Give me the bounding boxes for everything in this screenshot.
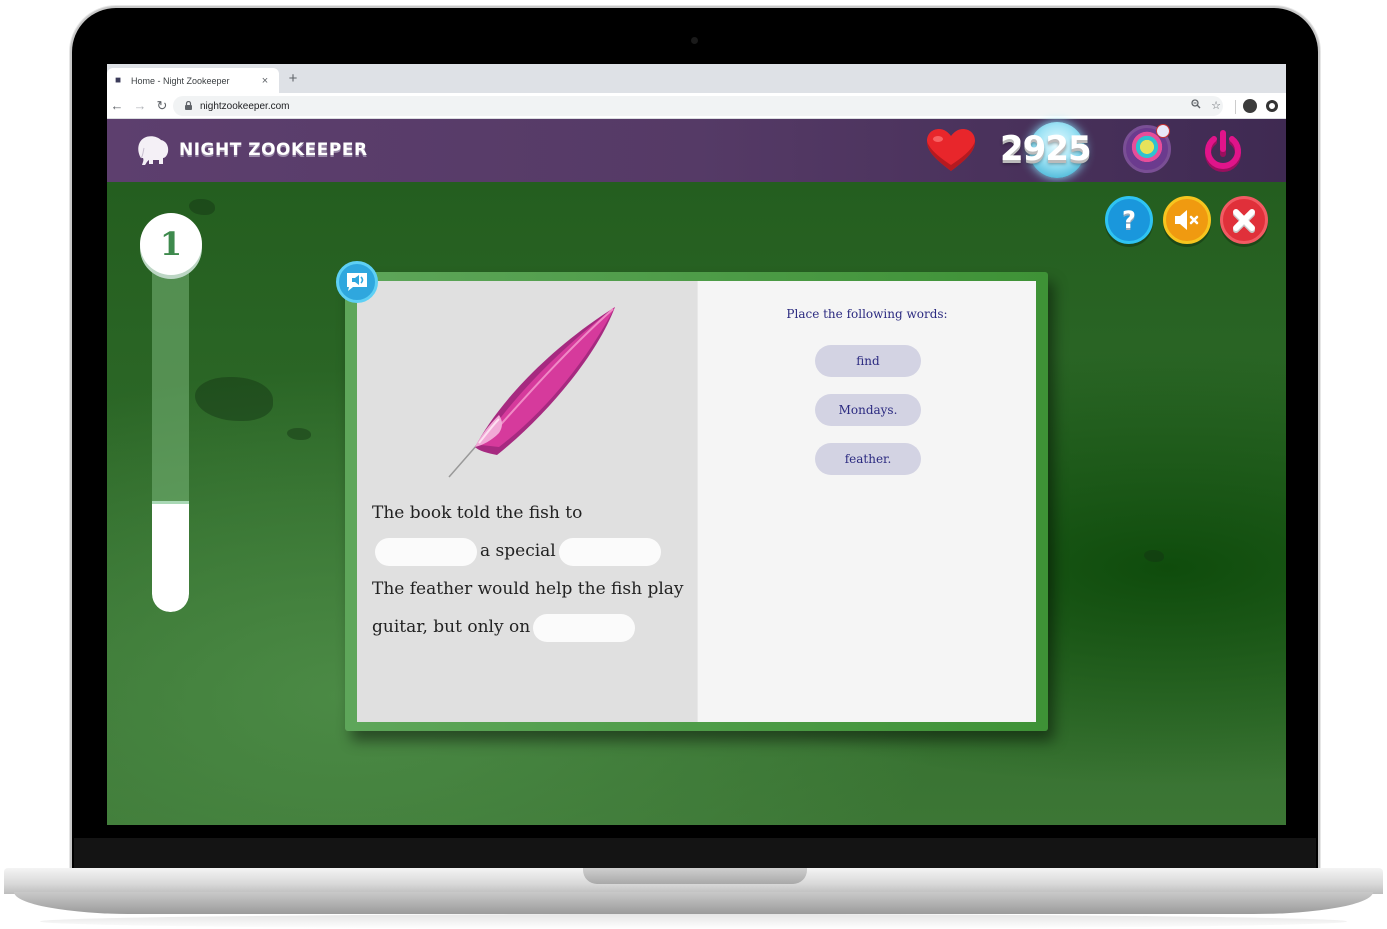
fill-in-sentence: The book told the fish to a special The fe… <box>372 494 687 646</box>
sentence-text: a special <box>480 541 556 561</box>
logo-text: NIGHT ZOOKEEPER <box>179 140 368 160</box>
zoom-icon[interactable] <box>1191 96 1201 116</box>
speech-speaker-icon <box>347 273 367 291</box>
level-badge: 1 <box>140 213 202 275</box>
profile-avatar-icon[interactable] <box>1243 99 1257 113</box>
close-activity-button[interactable] <box>1220 196 1268 244</box>
activity-card: The book told the fish to a special The fe… <box>345 272 1048 731</box>
instructions-text: Place the following words: <box>786 307 948 321</box>
toolbar-separator <box>1235 100 1236 114</box>
forward-arrow-icon[interactable]: → <box>132 97 148 115</box>
lock-icon <box>185 100 192 112</box>
word-chip-find[interactable]: find <box>815 345 921 377</box>
laptop-notch <box>583 868 807 884</box>
progress-fill <box>152 500 189 612</box>
score-counter: 2925 <box>1000 129 1092 169</box>
tab-close-icon[interactable]: × <box>259 75 271 87</box>
sentence-panel: The book told the fish to a special The fe… <box>357 281 697 722</box>
progress-bar <box>152 264 189 612</box>
feather-illustration-icon <box>448 307 615 478</box>
flag-badge-icon <box>1156 124 1170 138</box>
webcam <box>691 37 698 44</box>
elephant-logo-icon <box>138 136 169 165</box>
laptop-frame: ■ Home - Night Zookeeper × + ← → ↻ night… <box>0 0 1387 929</box>
background-rock <box>189 199 215 215</box>
laptop-base-bottom <box>14 892 1373 914</box>
address-bar[interactable]: nightzookeeper.com ☆ <box>173 96 1223 116</box>
browser-toolbar: ← → ↻ nightzookeeper.com ☆ <box>107 93 1286 119</box>
reload-icon[interactable]: ↻ <box>154 97 170 115</box>
back-arrow-icon[interactable]: ← <box>109 97 125 115</box>
close-x-icon <box>1233 209 1255 233</box>
word-bank-panel: Place the following words: find Mondays.… <box>697 281 1036 722</box>
tab-title: Home - Night Zookeeper <box>131 75 230 86</box>
browser-tabstrip: ■ Home - Night Zookeeper × + <box>107 64 1286 93</box>
word-chip-feather[interactable]: feather. <box>815 443 921 475</box>
elephant-favicon-icon: ■ <box>115 75 122 86</box>
mute-button[interactable] <box>1163 196 1211 244</box>
level-number: 1 <box>159 225 183 263</box>
help-button[interactable]: ? <box>1105 196 1153 244</box>
browser-tab[interactable]: ■ Home - Night Zookeeper × <box>107 68 279 93</box>
new-tab-button[interactable]: + <box>285 70 301 87</box>
extension-icon[interactable] <box>1266 100 1278 112</box>
laptop-reflection <box>40 914 1347 929</box>
logo[interactable]: NIGHT ZOOKEEPER <box>135 134 368 166</box>
screen: ■ Home - Night Zookeeper × + ← → ↻ night… <box>107 64 1286 825</box>
drop-blank-1[interactable] <box>375 537 477 566</box>
sentence-text: The feather would help the fish play gui… <box>372 579 684 637</box>
background-rock <box>195 377 273 421</box>
game-header: NIGHT ZOOKEEPER 2925 <box>107 119 1286 182</box>
speaker-muted-icon <box>1175 210 1199 230</box>
game-area: ? 1 The book told the fish toa specialTh… <box>107 182 1286 825</box>
sentence-text: The book told the fish to <box>372 503 583 523</box>
bookmark-star-icon[interactable]: ☆ <box>1211 96 1221 116</box>
heart-lives-icon[interactable] <box>925 127 977 175</box>
power-logout-icon[interactable] <box>1201 129 1245 175</box>
word-chip-mondays[interactable]: Mondays. <box>815 394 921 426</box>
laptop-chin <box>74 838 1316 870</box>
background-rock <box>287 428 311 440</box>
read-aloud-button[interactable] <box>336 261 378 303</box>
background-rock <box>1144 550 1164 562</box>
drop-blank-2[interactable] <box>558 537 661 566</box>
url-text: nightzookeeper.com <box>200 100 290 112</box>
drop-blank-3[interactable] <box>533 613 636 642</box>
question-mark-icon: ? <box>1122 206 1136 234</box>
